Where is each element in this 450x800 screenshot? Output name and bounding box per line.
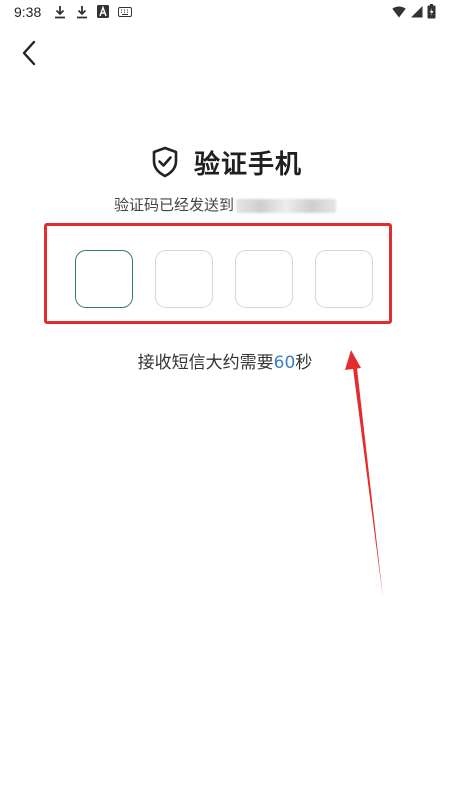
annotation-arrow	[345, 350, 383, 598]
